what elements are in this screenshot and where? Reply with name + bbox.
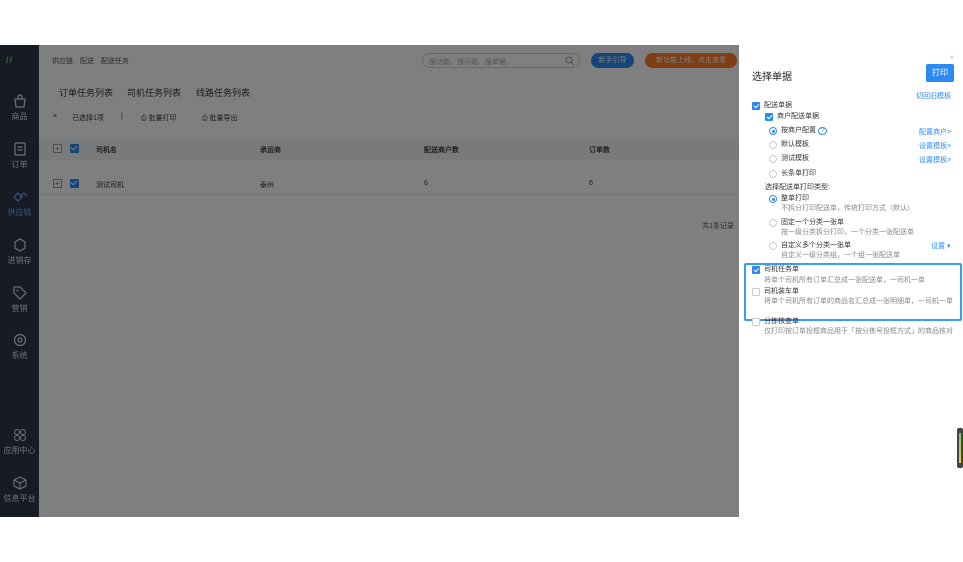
option-label: 司机任务单: [764, 266, 799, 273]
option-label: 按商户配置 ?: [781, 127, 828, 135]
checkbox-checked: [752, 102, 760, 110]
radio-selected: [769, 127, 777, 135]
settings-link[interactable]: 设置 ▾: [931, 241, 950, 251]
radio-unselected: [769, 242, 777, 250]
option-label: 整单打印: [781, 195, 809, 202]
close-icon[interactable]: ×: [949, 53, 954, 62]
option-label: 固定一个分类一张单: [781, 219, 844, 226]
option-label: 默认模板: [781, 141, 809, 148]
option-description: 将单个司机所有订单的商品名汇总成一张明细单，一司机一单: [764, 298, 953, 305]
radio-unselected: [769, 155, 777, 163]
option-label: 分拣核查单: [764, 318, 799, 325]
option-description: 不拆分打印配送单，传统打印方式（默认）: [781, 205, 914, 212]
option-description: 自定义一级分类组，一个组一张配送单: [781, 252, 900, 259]
set-template-link[interactable]: 设置模板>: [919, 155, 951, 165]
checkbox-unchecked: [752, 318, 760, 326]
option-description: 将单个司机所有订单汇总成一张配送单，一司机一单: [764, 277, 925, 284]
checkbox-checked: [765, 113, 773, 121]
option-label: 测试模板: [781, 155, 809, 162]
option-description: 仅打印按订单投框商品用于「按分拣号投框方式」的商品核对: [764, 328, 953, 335]
option-description: 按一级分类拆分打印，一个分类一张配送单: [781, 229, 914, 236]
chevron-down-icon: ▾: [945, 243, 951, 250]
radio-selected: [769, 195, 777, 203]
help-icon: ?: [817, 127, 828, 135]
checkbox-unchecked: [752, 288, 760, 296]
print-type-label: 选择配送单打印类型:: [765, 184, 830, 191]
option-label: 商户配送单据: [777, 113, 819, 120]
switch-old-template-link[interactable]: 切回旧模板: [916, 91, 951, 101]
checkbox-checked: [752, 266, 760, 274]
side-float-handle[interactable]: [957, 428, 963, 468]
option-label: 长条单打印: [781, 170, 816, 177]
radio-unselected: [769, 170, 777, 178]
radio-unselected: [769, 219, 777, 227]
option-label: 司机装车单: [764, 288, 799, 295]
config-merchant-link[interactable]: 配置商户>: [919, 127, 951, 137]
print-button[interactable]: 打印: [926, 64, 954, 82]
radio-unselected: [769, 141, 777, 149]
app-viewport: // 商品 订单 供应链 进销存 营销 系统 应用中心: [0, 45, 963, 517]
modal-overlay[interactable]: [0, 45, 739, 517]
option-label: 自定义多个分类一张单: [781, 242, 851, 249]
drawer-title: 选择单据: [752, 72, 792, 83]
select-document-drawer: × 选择单据 打印 切回旧模板 配送单据 商户配送单据 按商户配置 ? 配置商户…: [739, 45, 963, 517]
option-label: 配送单据: [764, 102, 792, 109]
set-template-link[interactable]: 设置模板>: [919, 141, 951, 151]
